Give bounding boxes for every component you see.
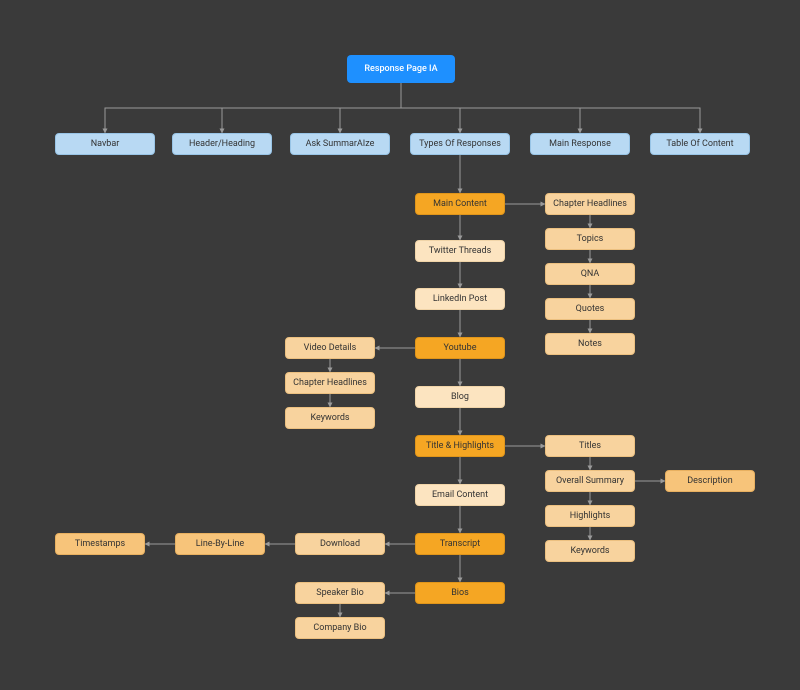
node-transcript[interactable]: Transcript [415, 533, 505, 555]
node-chapterhead2[interactable]: Chapter Headlines [285, 372, 375, 394]
edges-layer [0, 0, 800, 690]
node-description[interactable]: Description [665, 470, 755, 492]
node-header[interactable]: Header/Heading [172, 133, 272, 155]
node-quotes[interactable]: Quotes [545, 298, 635, 320]
node-youtube[interactable]: Youtube [415, 337, 505, 359]
node-email[interactable]: Email Content [415, 484, 505, 506]
node-timestamps[interactable]: Timestamps [55, 533, 145, 555]
node-lbl[interactable]: Line-By-Line [175, 533, 265, 555]
node-navbar[interactable]: Navbar [55, 133, 155, 155]
node-companybio[interactable]: Company Bio [295, 617, 385, 639]
node-qna[interactable]: QNA [545, 263, 635, 285]
node-maincontent[interactable]: Main Content [415, 193, 505, 215]
node-topics[interactable]: Topics [545, 228, 635, 250]
node-blog[interactable]: Blog [415, 386, 505, 408]
node-highlights[interactable]: Highlights [545, 505, 635, 527]
node-title_hl[interactable]: Title & Highlights [415, 435, 505, 457]
node-types[interactable]: Types Of Responses [410, 133, 510, 155]
node-mainresp[interactable]: Main Response [530, 133, 630, 155]
node-titles[interactable]: Titles [545, 435, 635, 457]
diagram-canvas: Response Page IA Navbar Header/Heading Ask … [0, 0, 800, 690]
node-chapterhead[interactable]: Chapter Headlines [545, 193, 635, 215]
node-notes[interactable]: Notes [545, 333, 635, 355]
node-ask[interactable]: Ask SummarAIze [290, 133, 390, 155]
node-toc[interactable]: Table Of Content [650, 133, 750, 155]
node-twitter[interactable]: Twitter Threads [415, 240, 505, 262]
node-speakerbio[interactable]: Speaker Bio [295, 582, 385, 604]
node-keywords2[interactable]: Keywords [545, 540, 635, 562]
node-bios[interactable]: Bios [415, 582, 505, 604]
node-download[interactable]: Download [295, 533, 385, 555]
node-linkedin[interactable]: LinkedIn Post [415, 288, 505, 310]
node-keywords1[interactable]: Keywords [285, 407, 375, 429]
node-overall[interactable]: Overall Summary [545, 470, 635, 492]
node-root[interactable]: Response Page IA [347, 55, 455, 83]
node-videodetails[interactable]: Video Details [285, 337, 375, 359]
